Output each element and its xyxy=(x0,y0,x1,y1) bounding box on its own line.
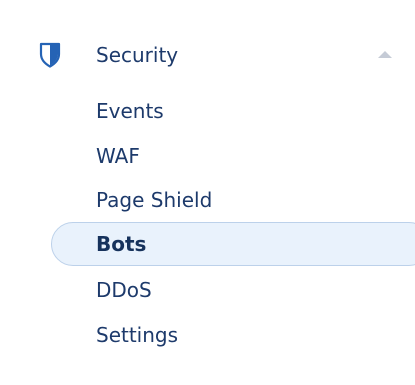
sidebar-item-ddos[interactable]: DDoS xyxy=(0,268,415,312)
sidebar-item-events[interactable]: Events xyxy=(0,89,415,133)
sidebar-item-settings[interactable]: Settings xyxy=(0,313,415,357)
sidebar-item-bots[interactable]: Bots xyxy=(0,222,415,266)
chevron-up-icon[interactable] xyxy=(378,51,392,58)
sidebar-item-label: Settings xyxy=(96,323,179,347)
sidebar-item-label: Events xyxy=(96,99,164,123)
security-nav: Security Events WAF Page Shield Bots DDo… xyxy=(0,0,415,385)
security-section-header[interactable]: Security xyxy=(0,32,415,78)
sidebar-item-label: WAF xyxy=(96,144,140,168)
sidebar-item-label: Page Shield xyxy=(96,188,213,212)
sidebar-item-label: Bots xyxy=(96,232,147,256)
security-section-label: Security xyxy=(96,43,179,67)
sidebar-item-waf[interactable]: WAF xyxy=(0,134,415,178)
sidebar-item-label: DDoS xyxy=(96,278,152,302)
shield-icon xyxy=(39,42,61,68)
sidebar-item-page-shield[interactable]: Page Shield xyxy=(0,178,415,222)
